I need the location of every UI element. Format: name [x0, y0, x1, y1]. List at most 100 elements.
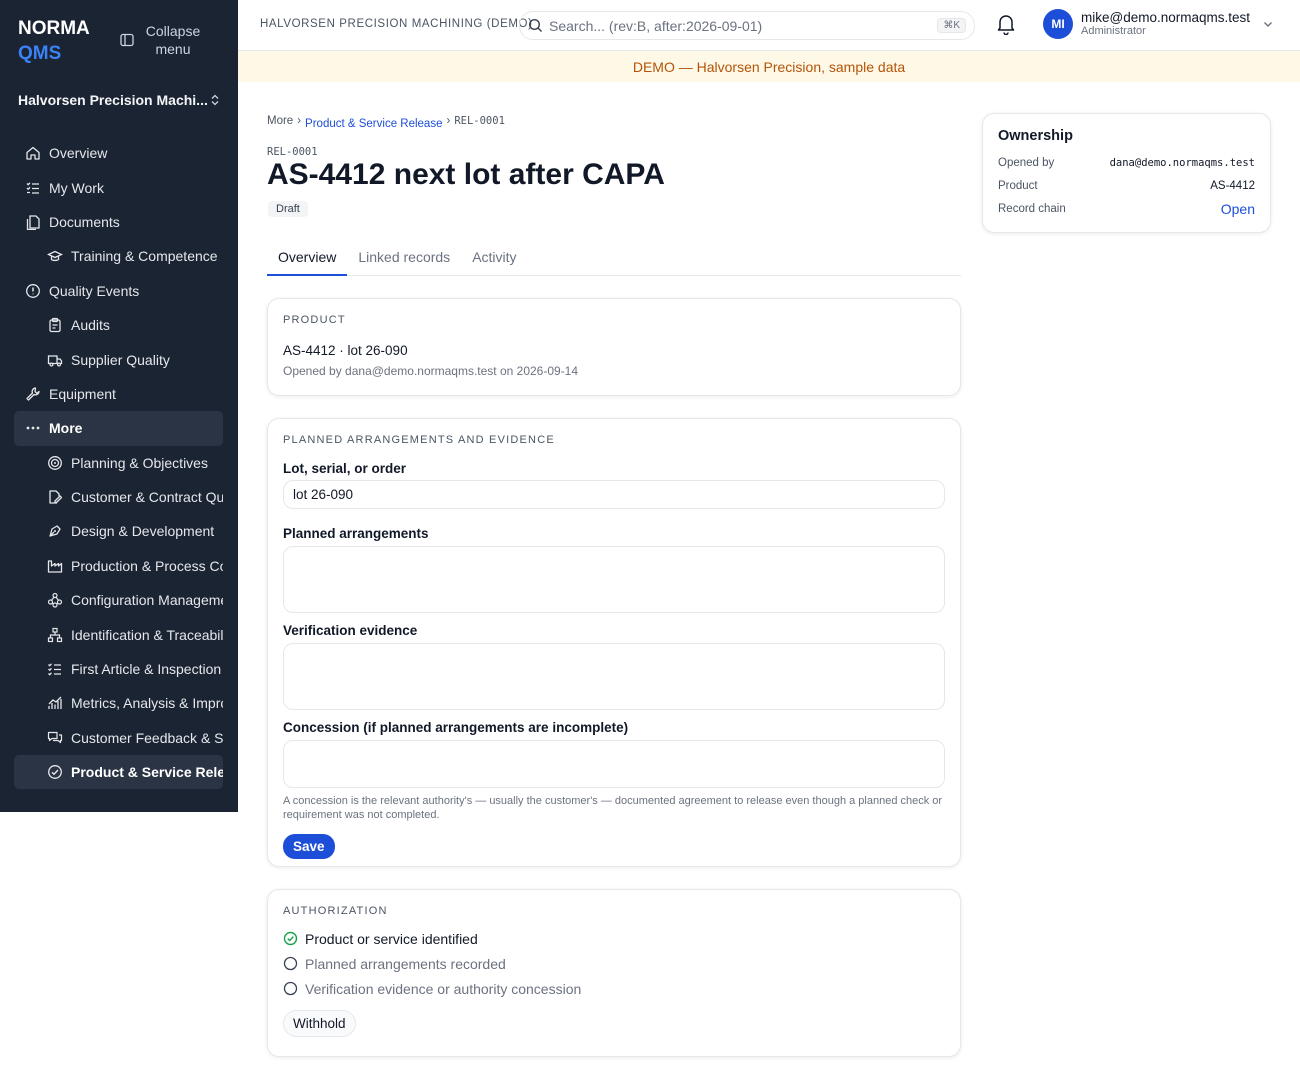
dots-icon — [26, 426, 40, 430]
ownership-product-row: Product AS-4412 — [998, 174, 1255, 197]
sidebar-toggle-icon — [120, 33, 134, 47]
tab-activity[interactable]: Activity — [461, 240, 527, 276]
org-name: Halvorsen Precision Machi... — [18, 92, 208, 108]
topbar: HALVORSEN PRECISION MACHINING (DEMO) ⌘K … — [238, 0, 1300, 51]
evidence-label: Verification evidence — [283, 623, 418, 638]
sidebar-item-label: First Article & Inspection F — [71, 661, 223, 678]
sidebar-item-production-process-cor[interactable]: Production & Process Cor — [14, 549, 223, 583]
sidebar-item-label: Customer & Contract Qua — [71, 489, 223, 506]
sidebar-nav: Overview My Work Documents Training & Compe… — [14, 136, 223, 790]
product-line: AS-4412 · lot 26-090 — [283, 343, 408, 358]
planned-arrangements-card: PLANNED ARRANGEMENTS AND EVIDENCE Lot, s… — [267, 418, 961, 867]
check-circle-icon — [283, 931, 298, 946]
sidebar-item-label: Overview — [49, 145, 108, 162]
pen-tool-icon — [49, 525, 61, 538]
breadcrumb-more[interactable]: More — [267, 115, 293, 127]
arrangements-label: Planned arrangements — [283, 526, 429, 541]
breadcrumb-current: REL-0001 — [454, 115, 505, 127]
record-id: REL-0001 — [267, 146, 318, 158]
sidebar-item-label: Training & Competence — [71, 248, 218, 265]
tasks-icon — [26, 181, 39, 194]
collapse-menu-label: Collapse menu — [145, 23, 201, 57]
search-icon — [528, 18, 542, 32]
sidebar-item-customer-contract-qua[interactable]: Customer & Contract Qua — [14, 480, 223, 514]
tab-linked-records[interactable]: Linked records — [347, 240, 461, 276]
tab-overview[interactable]: Overview — [267, 240, 348, 276]
collapse-menu-button[interactable]: Collapse menu — [120, 22, 202, 58]
sidebar-item-label: Identification & Traceabilit — [71, 626, 223, 643]
sidebar-item-equipment[interactable]: Equipment — [14, 377, 223, 411]
product-card-heading: PRODUCT — [283, 314, 346, 326]
ownership-opened-by-row: Opened by dana@demo.normaqms.test — [998, 151, 1255, 174]
sidebar-item-label: Audits — [71, 317, 110, 334]
sidebar-item-my-work[interactable]: My Work — [14, 170, 223, 204]
target-icon — [48, 455, 62, 470]
lot-input[interactable] — [283, 480, 945, 509]
sidebar-item-label: Supplier Quality — [71, 351, 170, 368]
hierarchy-icon — [47, 627, 63, 642]
breadcrumb-section-link[interactable]: Product & Service Release — [305, 118, 442, 130]
sidebar-item-planning-objectives[interactable]: Planning & Objectives — [14, 446, 223, 480]
check-evidence-or-concession: Verification evidence or authority conce… — [283, 976, 945, 1001]
sidebar-item-quality-events[interactable]: Quality Events — [14, 274, 223, 308]
user-email: mike@demo.normaqms.test — [1081, 10, 1251, 25]
search-box[interactable]: ⌘K — [519, 11, 975, 40]
page-title: AS-4412 next lot after CAPA — [267, 158, 665, 191]
sidebar-item-label: Configuration Manageme — [71, 592, 223, 609]
user-role: Administrator — [1081, 25, 1146, 37]
opened-line: Opened by dana@demo.normaqms.test on 202… — [283, 364, 579, 378]
graduation-icon — [47, 251, 63, 262]
sidebar-item-metrics-analysis-impro[interactable]: Metrics, Analysis & Impro — [14, 686, 223, 720]
product-value: AS-4412 — [1210, 179, 1255, 192]
record-tabs: Overview Linked records Activity — [267, 240, 961, 276]
sidebar-item-documents[interactable]: Documents — [14, 205, 223, 239]
avatar: MI — [1043, 9, 1073, 39]
opened-by-label: Opened by — [998, 156, 1055, 169]
sidebar-item-more[interactable]: More — [14, 411, 223, 446]
concession-textarea[interactable] — [283, 740, 945, 788]
sidebar-item-supplier-quality[interactable]: Supplier Quality — [14, 342, 223, 376]
sidebar-item-label: Quality Events — [49, 282, 140, 299]
breadcrumb-separator: › — [446, 115, 451, 127]
sidebar-item-product-service-releas[interactable]: Product & Service Releas — [14, 755, 223, 790]
breadcrumb-separator: › — [297, 115, 302, 127]
check-label: Product or service identified — [305, 930, 478, 947]
planned-card-heading: PLANNED ARRANGEMENTS AND EVIDENCE — [283, 434, 555, 446]
documents-icon — [26, 215, 40, 230]
sidebar-item-label: Documents — [49, 213, 120, 230]
search-shortcut-hint: ⌘K — [937, 18, 966, 33]
messages-icon — [47, 731, 63, 743]
ownership-panel: Ownership Opened by dana@demo.normaqms.t… — [982, 113, 1271, 233]
sidebar-item-first-article-inspection-f[interactable]: First Article & Inspection F — [14, 652, 223, 686]
sidebar-item-audits[interactable]: Audits — [14, 308, 223, 342]
empty-circle-icon — [283, 981, 298, 996]
demo-banner: DEMO — Halvorsen Precision, sample data — [238, 51, 1300, 82]
alert-circle-icon — [26, 283, 40, 298]
sidebar-item-label: Customer Feedback & Sat — [71, 729, 223, 746]
clipboard-icon — [49, 317, 61, 333]
opened-by-value: dana@demo.normaqms.test — [1109, 156, 1255, 169]
check-product-identified: Product or service identified — [283, 926, 945, 951]
save-button[interactable]: Save — [283, 834, 335, 859]
chevron-up-down-icon — [211, 94, 219, 106]
user-menu[interactable]: MI mike@demo.normaqms.test Administrator — [1043, 9, 1274, 39]
bell-icon — [997, 15, 1015, 36]
authorization-card: AUTHORIZATION Product or service identif… — [267, 889, 961, 1057]
sidebar-item-design-development[interactable]: Design & Development — [14, 514, 223, 548]
sidebar-item-configuration-manageme[interactable]: Configuration Manageme — [14, 583, 223, 617]
evidence-textarea[interactable] — [283, 643, 945, 710]
sidebar-item-label: More — [49, 420, 83, 437]
arrangements-textarea[interactable] — [283, 546, 945, 613]
org-switcher[interactable]: Halvorsen Precision Machi... — [18, 92, 220, 108]
ownership-chain-row: Record chain Open — [998, 197, 1255, 220]
notifications-button[interactable] — [996, 13, 1016, 40]
sidebar-item-overview[interactable]: Overview — [14, 136, 223, 170]
search-input[interactable] — [549, 17, 932, 34]
withhold-button[interactable]: Withhold — [283, 1010, 356, 1037]
sidebar-item-identification-traceabilit[interactable]: Identification & Traceabilit — [14, 617, 223, 651]
logo[interactable]: NORMA QMS — [18, 16, 90, 66]
product-label: Product — [998, 179, 1038, 192]
record-chain-open-link[interactable]: Open — [1221, 201, 1255, 217]
sidebar-item-training-competence[interactable]: Training & Competence — [14, 239, 223, 273]
sidebar-item-customer-feedback-sat[interactable]: Customer Feedback & Sat — [14, 721, 223, 755]
